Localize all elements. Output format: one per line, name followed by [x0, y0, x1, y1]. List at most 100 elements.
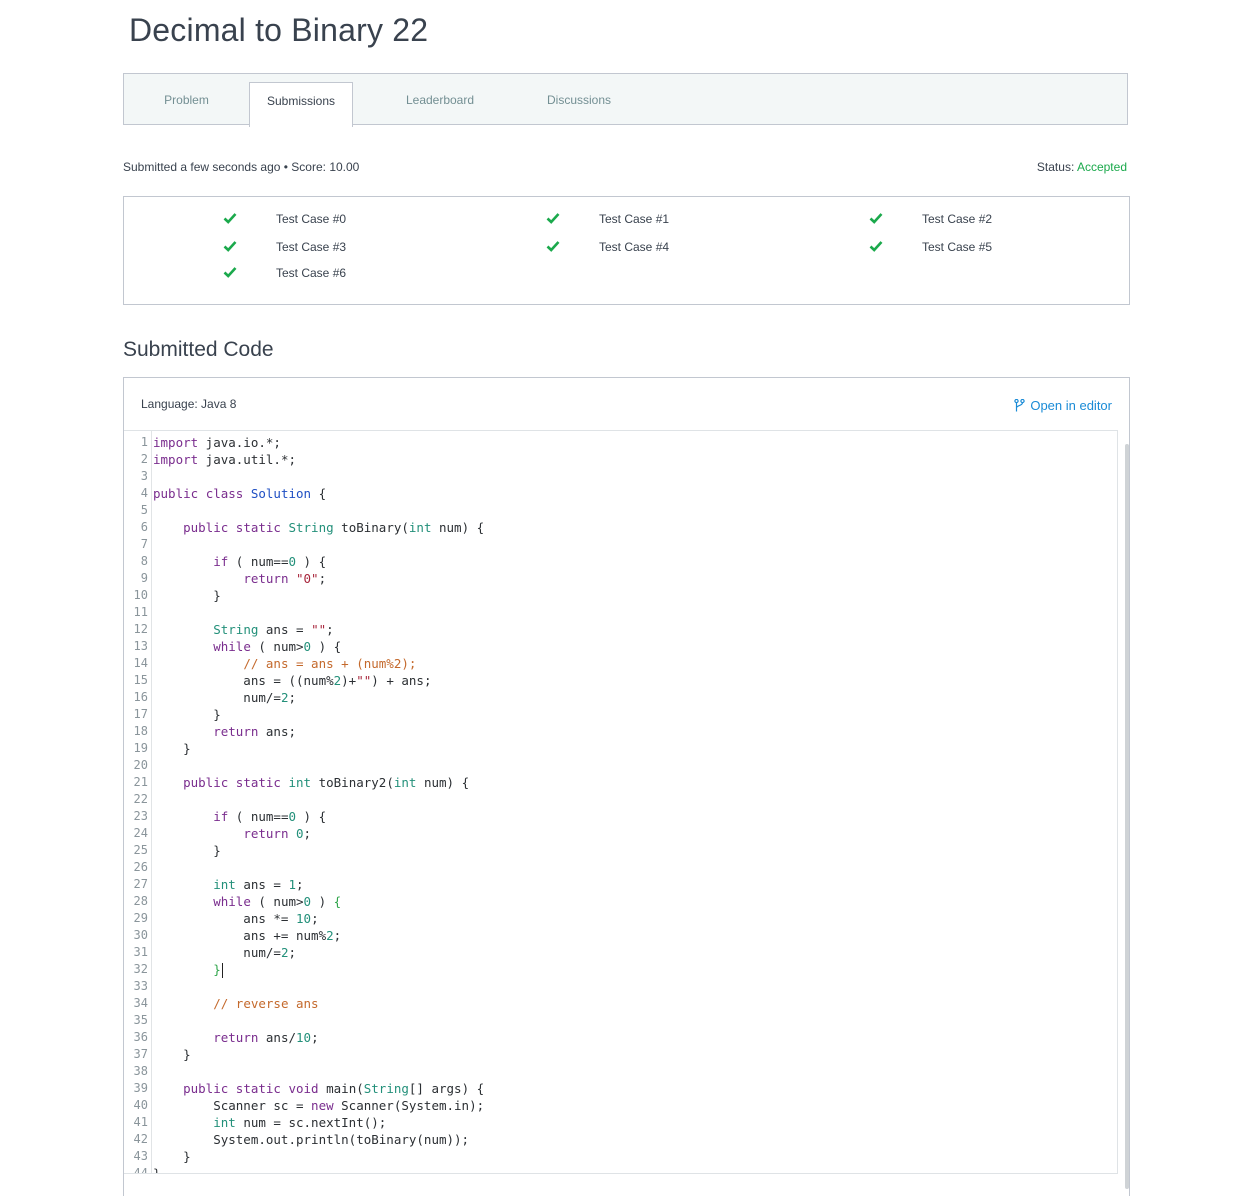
line-number: 29: [133, 911, 148, 925]
line-number: 41: [133, 1115, 148, 1129]
line-number: 5: [140, 503, 148, 517]
line-number: 42: [133, 1132, 148, 1146]
line-number: 4: [140, 486, 148, 500]
line-number: 26: [133, 860, 148, 874]
code-line: System.out.println(toBinary(num));: [153, 1132, 470, 1147]
code-editor[interactable]: 1 2 3 4 5 6 7 8 9 10 11 12 13 14 15 16 17 18 19 20 21 22 23 24 2…: [124, 430, 1118, 1174]
line-number: 43: [133, 1149, 148, 1163]
test-case-label: Test Case #0: [276, 212, 347, 226]
line-number: 18: [133, 724, 148, 738]
line-number: 6: [140, 520, 148, 534]
test-case-label: Test Case #2: [922, 212, 993, 226]
line-number: 21: [133, 775, 148, 789]
line-number: 1: [140, 435, 148, 449]
code-line: while ( num>0 ) {: [213, 639, 342, 654]
open-in-editor-link[interactable]: Open in editor: [1014, 398, 1112, 413]
line-number: 22: [133, 792, 148, 806]
test-case-label: Test Case #5: [922, 240, 993, 254]
code-panel: Language: Java 8 Open in editor 12345678…: [123, 377, 1130, 1196]
code-line: }: [213, 962, 223, 978]
code-line: String ans = "";: [213, 622, 334, 637]
code-line: int num = sc.nextInt();: [213, 1115, 387, 1130]
test-case-label: Test Case #1: [599, 212, 670, 226]
line-number: 40: [133, 1098, 148, 1112]
submitted-code-heading: Submitted Code: [123, 338, 274, 361]
editor-scrollbar[interactable]: [1125, 444, 1129, 1189]
check-icon: [869, 213, 883, 224]
code-line: num/=2;: [153, 690, 296, 705]
check-icon: [223, 213, 237, 224]
line-number: 30: [133, 928, 148, 942]
status-label: Status:: [1036, 160, 1075, 174]
code-line: ans += num%2;: [153, 928, 342, 943]
line-number: 11: [133, 605, 148, 619]
code-line: num/=2;: [153, 945, 296, 960]
line-number: 28: [133, 894, 148, 908]
code-line: }: [153, 1047, 191, 1062]
line-number: 9: [140, 571, 148, 585]
code-line: import java.util.*;: [153, 452, 296, 467]
line-number: 19: [133, 741, 148, 755]
test-case-label: Test Case #6: [276, 266, 347, 280]
tab-bar: Problem Submissions Leaderboard Discussi…: [123, 73, 1128, 127]
submission-summary: Submitted a few seconds ago • Score: 10.…: [123, 160, 360, 174]
code-line: return ans/10;: [213, 1030, 319, 1045]
line-number: 12: [133, 622, 148, 636]
code-line: // ans = ans + (num%2);: [243, 656, 417, 671]
line-number: 31: [133, 945, 148, 959]
line-number: 25: [133, 843, 148, 857]
line-number: 15: [133, 673, 148, 687]
code-line: while ( num>0 ) {: [213, 894, 342, 909]
code-line: if ( num==0 ) {: [213, 809, 327, 824]
check-icon: [869, 241, 883, 252]
tab-submissions[interactable]: Submissions: [249, 82, 353, 127]
check-icon: [223, 241, 237, 252]
status-value: Accepted: [1076, 160, 1127, 174]
tab-leaderboard[interactable]: Leaderboard: [390, 74, 490, 126]
tab-problem[interactable]: Problem: [124, 74, 249, 126]
tab-discussions[interactable]: Discussions: [529, 74, 629, 126]
page-title: Decimal to Binary 22: [129, 12, 429, 48]
line-number-gutter: 1 2 3 4 5 6 7 8 9 10 11 12 13 14 15 16 17 18 19 20 21 22 23 24 2…: [124, 431, 152, 1173]
line-number: 16: [133, 690, 148, 704]
code-line: }: [153, 588, 221, 603]
check-icon: [546, 241, 560, 252]
test-case-label: Test Case #4: [599, 240, 670, 254]
code-line: int ans = 1;: [213, 877, 304, 892]
language-label: Language: Java 8: [141, 397, 237, 411]
code-line: ans = ((num%2)+"") + ans;: [153, 673, 432, 688]
code-line: public static String toBinary(int num) {: [183, 520, 485, 535]
code-line: }: [153, 707, 221, 722]
line-number: 14: [133, 656, 148, 670]
code-panel-header: Language: Java 8 Open in editor: [124, 378, 1129, 430]
code-line: }: [153, 1149, 191, 1164]
line-number: 17: [133, 707, 148, 721]
line-number: 35: [133, 1013, 148, 1027]
test-case-label: Test Case #3: [276, 240, 347, 254]
code-line: return 0;: [243, 826, 312, 841]
line-number: 37: [133, 1047, 148, 1061]
line-number: 23: [133, 809, 148, 823]
code-line: import java.io.*;: [153, 435, 281, 450]
code-line: ans *= 10;: [153, 911, 319, 926]
code-line: if ( num==0 ) {: [213, 554, 327, 569]
line-number: 10: [133, 588, 148, 602]
line-number: 8: [140, 554, 148, 568]
line-number: 13: [133, 639, 148, 653]
code-line: return ans;: [213, 724, 297, 739]
check-icon: [223, 267, 237, 278]
test-case-list: Test Case #0 Test Case #1 Test Case #2 T…: [123, 196, 1130, 305]
branch-icon: [1014, 399, 1026, 412]
code-line: // reverse ans: [213, 996, 319, 1011]
line-number: 24: [133, 826, 148, 840]
code-line: }: [153, 843, 221, 858]
line-number: 33: [133, 979, 148, 993]
code-line: }: [153, 1166, 161, 1174]
line-number: 34: [133, 996, 148, 1010]
line-number: 36: [133, 1030, 148, 1044]
code-line: public static void main(String[] args) {: [183, 1081, 485, 1096]
submission-status: Status: Accepted: [1037, 160, 1127, 174]
line-number: 38: [133, 1064, 148, 1078]
line-number: 32: [133, 962, 148, 976]
code-line: return "0";: [243, 571, 327, 586]
